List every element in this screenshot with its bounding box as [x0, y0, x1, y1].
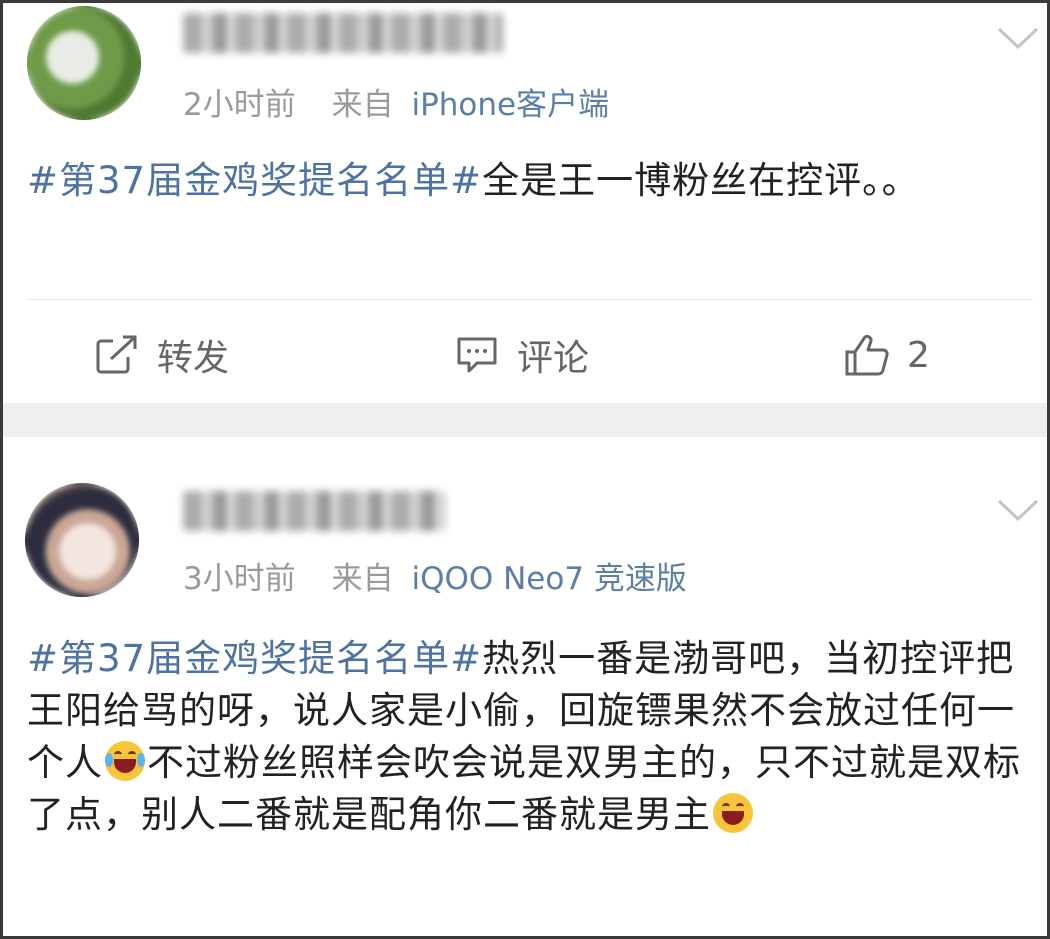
comment-icon: [457, 337, 497, 373]
divider: [27, 299, 1033, 300]
comment-label: 评论: [517, 338, 590, 379]
post-separator: [3, 403, 1047, 437]
username-blurred[interactable]: [183, 491, 445, 531]
chevron-down-icon[interactable]: [995, 495, 1041, 525]
hashtag-link[interactable]: #第37届金鸡奖提名名单#: [27, 637, 482, 680]
thumbs-up-icon: [845, 334, 889, 376]
grinning-emoji-icon: [713, 793, 753, 833]
chevron-down-icon[interactable]: [995, 23, 1041, 53]
post-body-part2: 不过粉丝照样会吹会说是双男主的，只不过就是双标了点，别人二番就是配角你二番就是男…: [27, 741, 1021, 836]
screenshot-frame: 2小时前 来自 iPhone客户端 #第37届金鸡奖提名名单#全是王一博粉丝在控…: [0, 0, 1050, 939]
post-meta: 3小时前 来自 iQOO Neo7 竞速版: [183, 553, 687, 598]
weibo-post: 3小时前 来自 iQOO Neo7 竞速版 #第37届金鸡奖提名名单#热烈一番是…: [3, 437, 1047, 937]
device-source[interactable]: iPhone客户端: [411, 87, 609, 123]
post-meta: 2小时前 来自 iPhone客户端: [183, 79, 609, 124]
like-button[interactable]: 2: [843, 325, 930, 385]
repost-label: 转发: [157, 338, 230, 379]
comment-button[interactable]: 评论: [455, 325, 589, 385]
avatar[interactable]: [25, 483, 139, 597]
username-blurred[interactable]: [183, 13, 503, 53]
repost-icon: [96, 335, 137, 374]
laughing-tears-emoji-icon: [105, 741, 145, 781]
action-bar: 转发 评论 2: [3, 325, 1047, 385]
avatar[interactable]: [27, 6, 141, 120]
post-content: #第37届金鸡奖提名名单#全是王一博粉丝在控评。。: [27, 155, 1037, 207]
like-count: 2: [907, 334, 930, 376]
hashtag-link[interactable]: #第37届金鸡奖提名名单#: [27, 159, 482, 202]
post-time: 2小时前: [183, 87, 296, 123]
source-prefix: 来自: [331, 87, 394, 123]
post-content: #第37届金鸡奖提名名单#热烈一番是渤哥吧，当初控评把王阳给骂的呀，说人家是小偷…: [27, 633, 1037, 841]
post-body: 全是王一博粉丝在控评。。: [482, 159, 920, 202]
source-prefix: 来自: [331, 561, 394, 597]
post-time: 3小时前: [183, 561, 296, 597]
weibo-post: 2小时前 来自 iPhone客户端 #第37届金鸡奖提名名单#全是王一博粉丝在控…: [3, 3, 1047, 403]
repost-button[interactable]: 转发: [95, 325, 229, 385]
device-source[interactable]: iQOO Neo7 竞速版: [411, 561, 686, 597]
